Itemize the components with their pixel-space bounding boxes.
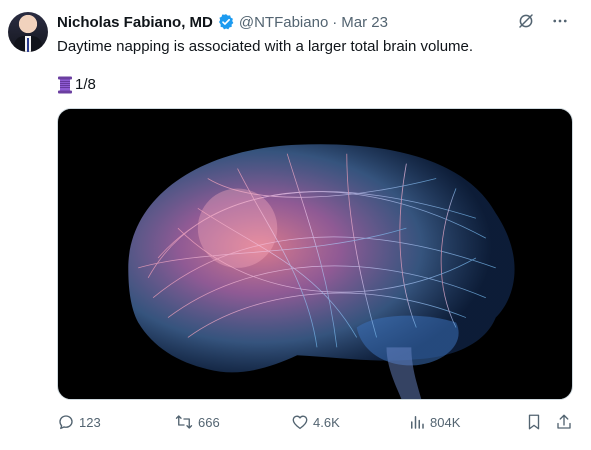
tweet[interactable]: Nicholas Fabiano, MD @NTFabiano · Mar 23 xyxy=(0,0,591,450)
author-handle[interactable]: @NTFabiano xyxy=(239,14,328,31)
verified-badge-icon[interactable] xyxy=(217,13,235,31)
bookmark-icon xyxy=(528,414,540,430)
share-button[interactable] xyxy=(555,413,573,431)
thread-spool-icon xyxy=(57,76,73,94)
separator-dot: · xyxy=(332,13,338,31)
bookmark-button[interactable] xyxy=(525,413,543,431)
reply-button[interactable]: 123 xyxy=(57,413,101,431)
heart-icon xyxy=(292,415,308,430)
views-count: 804K xyxy=(430,414,461,430)
more-options-icon[interactable] xyxy=(551,12,569,30)
header-actions xyxy=(517,12,569,30)
retweet-count: 666 xyxy=(198,414,220,430)
like-count: 4.6K xyxy=(313,414,340,430)
tweet-date[interactable]: Mar 23 xyxy=(341,14,388,31)
like-button[interactable]: 4.6K xyxy=(291,413,340,431)
share-icon xyxy=(557,414,571,429)
retweet-icon xyxy=(175,415,193,429)
avatar-tie xyxy=(27,38,29,52)
reply-icon xyxy=(59,415,73,430)
retweet-button[interactable]: 666 xyxy=(174,413,220,431)
analytics-icon xyxy=(411,416,424,429)
thread-indicator: 1/8 xyxy=(57,75,96,95)
avatar[interactable] xyxy=(8,12,48,52)
tweet-image[interactable] xyxy=(57,108,573,400)
grok-icon[interactable] xyxy=(517,12,535,30)
author-name[interactable]: Nicholas Fabiano, MD xyxy=(57,14,213,31)
reply-count: 123 xyxy=(79,414,101,430)
tweet-header: Nicholas Fabiano, MD @NTFabiano · Mar 23 xyxy=(57,12,388,32)
thread-count-text: 1/8 xyxy=(75,76,96,93)
brain-image xyxy=(58,109,572,399)
tweet-text: Daytime napping is associated with a lar… xyxy=(57,38,474,55)
views-button[interactable]: 804K xyxy=(408,413,460,431)
tweet-actions: 123 666 4.6K 804K xyxy=(57,410,573,434)
